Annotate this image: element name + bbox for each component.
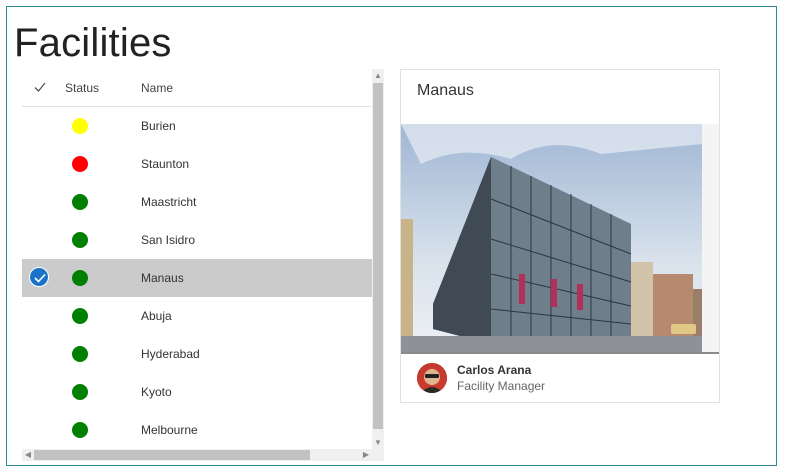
status-indicator-icon bbox=[72, 308, 88, 324]
facilities-list: Status Name Burien Staunton Maastricht San … bbox=[22, 69, 372, 449]
status-column-header[interactable]: Status bbox=[65, 81, 99, 95]
scroll-right-arrow-icon[interactable]: ▶ bbox=[362, 451, 370, 459]
facility-name: Melbourne bbox=[141, 423, 198, 437]
vertical-scrollbar[interactable]: ▲ ▼ bbox=[372, 69, 384, 449]
scroll-left-arrow-icon[interactable]: ◀ bbox=[24, 451, 32, 459]
list-item[interactable]: Burien bbox=[22, 107, 372, 145]
list-item[interactable]: Melbourne bbox=[22, 411, 372, 449]
person-name: Carlos Arana bbox=[457, 363, 532, 377]
list-item[interactable]: Abuja bbox=[22, 297, 372, 335]
status-indicator-icon bbox=[72, 156, 88, 172]
status-indicator-icon bbox=[72, 384, 88, 400]
facility-name: Burien bbox=[141, 119, 176, 133]
facility-name: Manaus bbox=[141, 271, 184, 285]
detail-title: Manaus bbox=[417, 82, 474, 99]
status-indicator-icon bbox=[72, 422, 88, 438]
status-indicator-icon bbox=[72, 194, 88, 210]
facility-name: Kyoto bbox=[141, 385, 172, 399]
status-indicator-icon bbox=[72, 270, 88, 286]
list-item[interactable]: Manaus bbox=[22, 259, 372, 297]
photo-scrollbar[interactable] bbox=[702, 124, 719, 354]
list-header: Status Name bbox=[22, 69, 372, 107]
facility-name: Abuja bbox=[141, 309, 172, 323]
scroll-down-arrow-icon[interactable]: ▼ bbox=[374, 439, 382, 447]
status-indicator-icon bbox=[72, 232, 88, 248]
facility-name: Maastricht bbox=[141, 195, 197, 209]
list-item[interactable]: Maastricht bbox=[22, 183, 372, 221]
status-indicator-icon bbox=[72, 346, 88, 362]
facility-name: San Isidro bbox=[141, 233, 196, 247]
list-item[interactable]: Staunton bbox=[22, 145, 372, 183]
facility-name: Staunton bbox=[141, 157, 190, 171]
page-title: Facilities bbox=[14, 21, 172, 65]
facility-photo bbox=[401, 124, 702, 354]
photo-divider bbox=[401, 352, 719, 354]
list-item[interactable]: Hyderabad bbox=[22, 335, 372, 373]
scrollbar-thumb[interactable] bbox=[373, 83, 383, 429]
status-indicator-icon bbox=[72, 118, 88, 134]
facility-detail-card: Manaus Carlos Arana Facility Manager bbox=[400, 69, 720, 403]
list-rows: Burien Staunton Maastricht San Isidro Manaus… bbox=[22, 107, 372, 449]
avatar bbox=[417, 363, 447, 393]
name-column-header[interactable]: Name bbox=[141, 81, 173, 95]
checkmark-icon[interactable] bbox=[34, 80, 46, 92]
person-role: Facility Manager bbox=[457, 379, 546, 393]
list-item[interactable]: Kyoto bbox=[22, 373, 372, 411]
scrollbar-thumb-horizontal[interactable] bbox=[34, 450, 310, 460]
facility-name: Hyderabad bbox=[141, 347, 200, 361]
scroll-up-arrow-icon[interactable]: ▲ bbox=[374, 72, 382, 80]
list-item[interactable]: San Isidro bbox=[22, 221, 372, 259]
selected-checkmark-icon[interactable] bbox=[29, 267, 49, 287]
horizontal-scrollbar[interactable]: ◀ ▶ bbox=[22, 449, 384, 461]
facility-manager: Carlos Arana Facility Manager bbox=[417, 363, 707, 397]
